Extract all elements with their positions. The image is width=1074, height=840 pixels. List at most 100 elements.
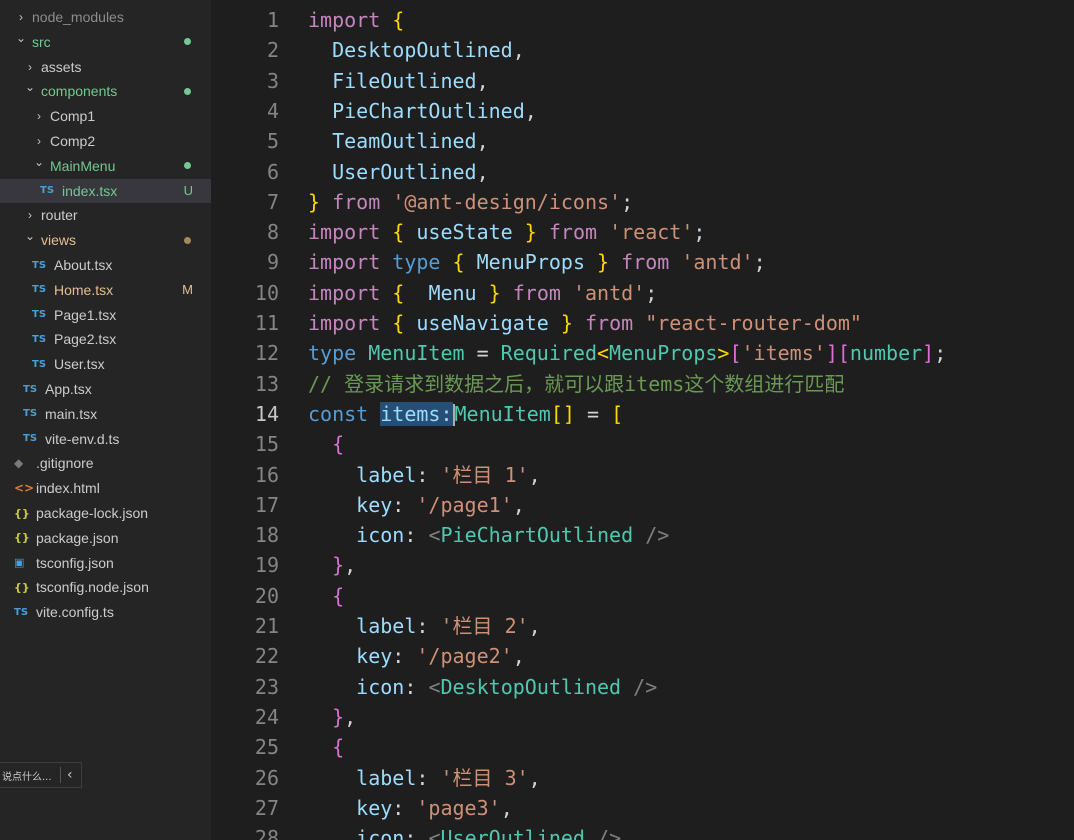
code-token: , <box>476 129 489 154</box>
code-line[interactable]: { <box>308 732 344 762</box>
tree-file[interactable]: {} package-lock.json <box>0 501 211 525</box>
tree-file[interactable]: {} package.json <box>0 526 211 550</box>
line-number: 16 <box>254 462 279 487</box>
code-token: key <box>356 795 393 820</box>
code-line[interactable]: FileOutlined, <box>308 66 489 96</box>
tree-file[interactable]: TS Page2.tsx <box>0 327 211 351</box>
tree-folder[interactable]: › Comp1 <box>0 104 211 128</box>
tree-folder[interactable]: ⌄ views <box>0 228 211 252</box>
code-line[interactable]: TeamOutlined, <box>308 126 489 156</box>
tree-file[interactable]: TS vite-env.d.ts <box>0 427 211 451</box>
code-token: TeamOutlined <box>332 129 477 154</box>
tree-file[interactable]: TS index.tsx U <box>0 178 211 203</box>
tree-folder[interactable]: ⌄ components <box>0 79 211 103</box>
tree-item-label: Page1.tsx <box>54 306 117 323</box>
tree-folder[interactable]: › node_modules <box>0 5 211 29</box>
line-number: 20 <box>254 583 279 608</box>
code-line[interactable]: // 登录请求到数据之后，就可以跟items这个数组进行匹配 <box>308 369 844 399</box>
code-line[interactable]: import { <box>308 5 404 35</box>
tree-folder[interactable]: › assets <box>0 55 211 79</box>
code-line[interactable]: label: '栏目 1', <box>308 460 541 490</box>
code-editor[interactable]: 1 2 3 4 5 6 7 8 9 10 11 12 13 14 15 16 17 18 19 20 21 22 23 24 2… <box>211 0 1074 840</box>
tree-file[interactable]: ◆ .gitignore <box>0 451 211 475</box>
code-token: 'antd' <box>681 250 754 275</box>
code-line[interactable]: key: '/page1', <box>308 490 525 520</box>
code-token: import <box>308 8 381 32</box>
chevron-right-icon: › <box>19 10 23 24</box>
code-line[interactable]: const items: MenuItem[] = [ <box>308 399 623 429</box>
code-token: const <box>308 401 369 426</box>
code-token: icon <box>356 826 405 840</box>
tree-folder[interactable]: ⌄ src <box>0 30 211 54</box>
tree-file[interactable]: TS Page1.tsx <box>0 303 211 327</box>
code-token: : <box>392 644 417 669</box>
code-line[interactable]: label: '栏目 3', <box>308 763 541 793</box>
tree-folder[interactable]: › Comp2 <box>0 129 211 153</box>
tree-item-label: About.tsx <box>54 257 113 273</box>
code-token: , <box>476 159 489 184</box>
ts-file-icon: TS <box>32 259 47 271</box>
tree-folder[interactable]: › router <box>0 203 211 227</box>
ts-file-icon: TS <box>14 606 29 618</box>
tree-file[interactable]: TS vite.config.ts <box>0 600 211 624</box>
code-line[interactable]: import { Menu } from 'antd'; <box>308 278 657 308</box>
code-line[interactable]: label: '栏目 2', <box>308 611 541 641</box>
tree-item-label: Comp2 <box>50 133 96 149</box>
collapse-icon[interactable]: ‹ <box>67 767 73 783</box>
code-token: ; <box>753 250 766 275</box>
code-line[interactable]: { <box>308 429 344 459</box>
code-line[interactable]: key: '/page2', <box>308 641 525 671</box>
code-token: UserOutlined <box>440 826 585 840</box>
tree-file[interactable]: TS User.tsx <box>0 352 211 376</box>
tree-folder[interactable]: ⌄ MainMenu <box>0 154 211 178</box>
chevron-right-icon: › <box>37 134 41 148</box>
code-line[interactable]: type MenuItem = Required<MenuProps>['ite… <box>308 338 946 368</box>
code-token: < <box>428 523 441 548</box>
code-line[interactable]: { <box>308 581 344 611</box>
code-line[interactable]: DesktopOutlined, <box>308 35 525 65</box>
code-area[interactable]: import { DesktopOutlined, FileOutlined, … <box>308 0 1068 840</box>
code-line[interactable]: import type { MenuProps } from 'antd'; <box>308 247 766 277</box>
tree-item-label: MainMenu <box>50 157 116 174</box>
code-line[interactable]: UserOutlined, <box>308 157 489 187</box>
code-line[interactable]: icon: <PieChartOutlined /> <box>308 520 669 550</box>
chevron-right-icon: › <box>28 208 32 223</box>
tree-item-label: index.tsx <box>62 182 118 199</box>
code-line[interactable]: }, <box>308 550 356 580</box>
code-line[interactable]: PieChartOutlined, <box>308 96 537 126</box>
tree-file[interactable]: TS App.tsx <box>0 377 211 401</box>
comment-box[interactable]: 说点什么... ‹ <box>0 762 82 788</box>
html-file-icon: <> <box>14 481 35 496</box>
code-token: } <box>308 189 321 214</box>
tree-file[interactable]: TS About.tsx <box>0 253 211 277</box>
tree-item-label: package-lock.json <box>36 505 149 521</box>
line-number: 4 <box>266 98 279 123</box>
code-line[interactable]: icon: <UserOutlined /> <box>308 823 621 840</box>
tree-file[interactable]: TS main.tsx <box>0 402 211 426</box>
code-line[interactable]: }, <box>308 702 356 732</box>
selected-token: items: <box>380 401 453 426</box>
tree-file[interactable]: ▣ tsconfig.json <box>0 551 211 575</box>
tree-file[interactable]: TS Home.tsx M <box>0 278 211 302</box>
tree-file[interactable]: {} tsconfig.node.json <box>0 575 211 599</box>
code-token: ; <box>645 280 658 305</box>
code-line[interactable]: icon: <DesktopOutlined /> <box>308 672 657 702</box>
code-token: '@ant-design/icons' <box>392 189 622 214</box>
tsjson-file-icon: ▣ <box>14 556 25 570</box>
line-number: 11 <box>254 311 279 335</box>
git-status-badge: M <box>182 282 193 298</box>
code-token: : <box>416 462 441 487</box>
code-line[interactable]: } from '@ant-design/icons'; <box>308 187 633 217</box>
tree-file[interactable]: <> index.html <box>0 476 211 500</box>
code-line[interactable]: import { useNavigate } from "react-route… <box>308 308 862 338</box>
divider <box>60 767 61 783</box>
code-line[interactable]: key: 'page3', <box>308 793 513 823</box>
code-line[interactable]: import { useState } from 'react'; <box>308 217 705 247</box>
